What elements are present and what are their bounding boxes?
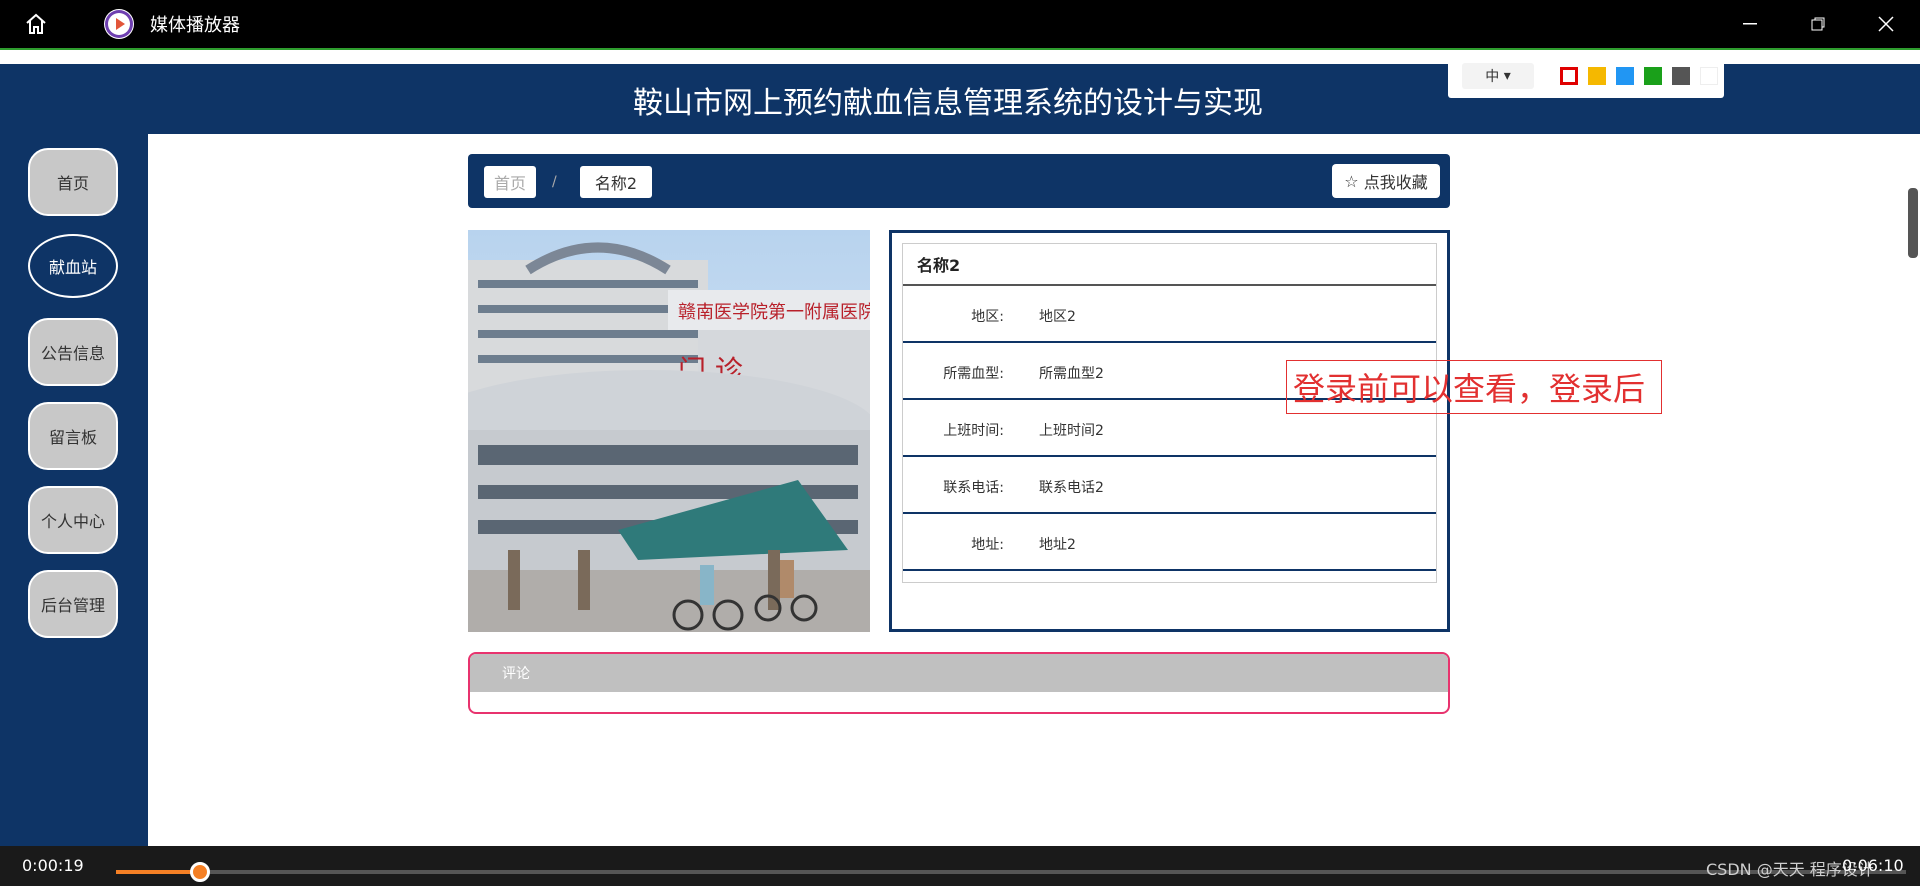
detail-key: 所需血型:	[943, 366, 1004, 382]
breadcrumb-home[interactable]: 首页	[484, 166, 536, 198]
star-icon: ☆	[1344, 171, 1359, 191]
play-icon	[104, 9, 134, 39]
home-icon[interactable]	[18, 6, 54, 42]
color-swatch-red[interactable]	[1560, 67, 1578, 85]
comment-header[interactable]: 评论	[470, 654, 1448, 692]
caret-down-icon: ▾	[1503, 68, 1511, 84]
web-content: 鞍山市网上预约献血信息管理系统的设计与实现 中 ▾ 首页 献血站 公告信息 留言…	[0, 48, 1920, 848]
window-titlebar: 媒体播放器	[0, 0, 1920, 48]
svg-text:赣南医学院第一附属医院: 赣南医学院第一附属医院	[678, 302, 870, 323]
detail-key: 地区:	[971, 309, 1004, 325]
media-player-controls: 0:00:19 CSDN @天天 程序设计 0:06:10	[0, 846, 1920, 886]
detail-row: 地址: 地址2	[903, 514, 1436, 571]
current-time: 0:00:19	[22, 856, 84, 875]
sidebar: 首页 献血站 公告信息 留言板 个人中心 后台管理	[0, 134, 148, 848]
minimize-button[interactable]	[1716, 0, 1784, 48]
detail-value: 地区2	[1039, 309, 1076, 325]
detail-key: 地址:	[971, 537, 1004, 553]
sidebar-item-message-board[interactable]: 留言板	[28, 402, 118, 470]
favorite-label: 点我收藏	[1363, 173, 1428, 192]
breadcrumb-separator: /	[552, 174, 557, 190]
sidebar-item-admin[interactable]: 后台管理	[28, 570, 118, 638]
detail-value: 所需血型2	[1039, 366, 1104, 382]
seek-progress	[116, 870, 201, 874]
favorite-button[interactable]: ☆ 点我收藏	[1332, 164, 1440, 198]
breadcrumb-current: 名称2	[580, 166, 652, 198]
color-swatch-white[interactable]	[1700, 67, 1718, 85]
language-select[interactable]: 中 ▾	[1462, 63, 1534, 89]
detail-value: 上班时间2	[1039, 423, 1104, 439]
color-swatch-yellow[interactable]	[1588, 67, 1606, 85]
sidebar-item-announcements[interactable]: 公告信息	[28, 318, 118, 386]
color-swatch-blue[interactable]	[1616, 67, 1634, 85]
detail-title: 名称2	[903, 244, 1436, 286]
close-button[interactable]	[1852, 0, 1920, 48]
sidebar-item-personal-center[interactable]: 个人中心	[28, 486, 118, 554]
sidebar-item-blood-station[interactable]: 献血站	[28, 234, 118, 298]
breadcrumb: 首页 / 名称2 ☆ 点我收藏	[468, 154, 1450, 208]
language-label: 中	[1485, 69, 1500, 85]
duration-time: 0:06:10	[1842, 856, 1904, 875]
color-swatch-green[interactable]	[1644, 67, 1662, 85]
scrollbar-thumb[interactable]	[1908, 188, 1918, 258]
detail-key: 上班时间:	[943, 423, 1004, 439]
annotation-text: 登录前可以查看，登录后	[1286, 360, 1662, 414]
main-panel: 首页 / 名称2 ☆ 点我收藏 赣南医学院第一附属医院 门 诊 名称2 地区: …	[148, 134, 1916, 848]
restore-button[interactable]	[1784, 0, 1852, 48]
detail-value: 地址2	[1039, 537, 1076, 553]
seek-track[interactable]	[116, 870, 1906, 874]
comment-section: 评论	[468, 652, 1450, 714]
detail-value: 联系电话2	[1039, 480, 1104, 496]
sidebar-item-home[interactable]: 首页	[28, 148, 118, 216]
seek-handle[interactable]	[190, 862, 211, 882]
detail-row: 联系电话: 联系电话2	[903, 457, 1436, 514]
detail-key: 联系电话:	[943, 480, 1004, 496]
station-detail-card: 名称2 地区: 地区2 所需血型: 所需血型2 上班时间: 上班时间2 联系电话: 联系…	[889, 230, 1450, 632]
color-swatch-gray[interactable]	[1672, 67, 1690, 85]
detail-row: 地区: 地区2	[903, 286, 1436, 343]
window-title: 媒体播放器	[150, 15, 240, 36]
toolbar: 中 ▾	[1448, 54, 1724, 98]
station-photo: 赣南医学院第一附属医院 门 诊	[468, 230, 870, 632]
